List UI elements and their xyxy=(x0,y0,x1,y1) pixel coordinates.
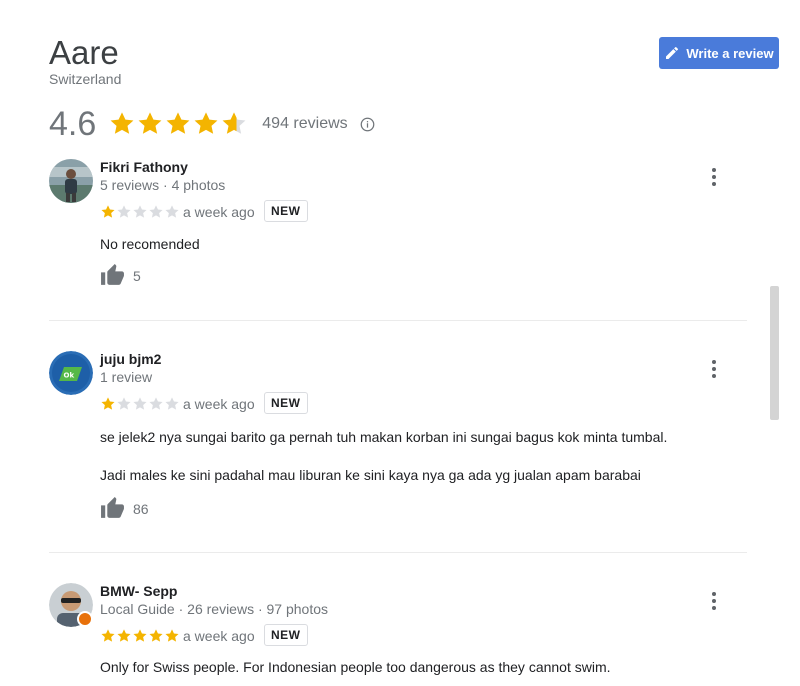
like-button[interactable]: 86 xyxy=(100,496,149,521)
review-text: No recomended xyxy=(100,236,200,252)
review-author-meta: 1 review xyxy=(100,369,153,385)
reviews-count[interactable]: 494 reviews xyxy=(262,115,347,133)
avatar[interactable] xyxy=(49,159,93,203)
star-filled-icon xyxy=(138,112,162,134)
star-filled-icon xyxy=(165,629,179,642)
rating-summary: 4.6 494 reviews xyxy=(49,104,375,144)
review-stars xyxy=(100,628,180,644)
review-item: Ok juju bjm2 1 review a week ago NEW se … xyxy=(49,351,747,531)
place-location: Switzerland xyxy=(49,71,122,87)
star-filled-icon xyxy=(110,112,134,134)
scrollbar[interactable] xyxy=(770,286,779,420)
star-filled-icon xyxy=(101,629,115,642)
star-filled-icon xyxy=(117,629,131,642)
star-filled-icon xyxy=(133,629,147,642)
review-text: se jelek2 nya sungai barito ga pernah tu… xyxy=(100,429,668,445)
local-guide-badge-icon xyxy=(77,611,93,627)
review-time: a week ago xyxy=(183,396,255,412)
star-half-icon xyxy=(222,112,246,134)
divider xyxy=(49,320,747,321)
star-empty-icon xyxy=(133,397,147,410)
write-review-button[interactable]: Write a review xyxy=(659,37,779,69)
star-empty-icon xyxy=(133,205,147,218)
divider xyxy=(49,552,747,553)
new-badge: NEW xyxy=(264,624,308,646)
review-author[interactable]: juju bjm2 xyxy=(100,351,161,367)
review-author-meta: 5 reviews · 4 photos xyxy=(100,177,226,193)
info-icon[interactable] xyxy=(360,117,375,132)
review-item: Fikri Fathony 5 reviews · 4 photos a wee… xyxy=(49,159,747,299)
like-count: 5 xyxy=(133,267,141,284)
review-stars xyxy=(100,204,180,220)
star-filled-icon xyxy=(101,397,115,410)
svg-text:Ok: Ok xyxy=(64,372,75,380)
more-options-icon[interactable] xyxy=(702,589,726,613)
star-empty-icon xyxy=(149,205,163,218)
review-author-meta: Local Guide · 26 reviews · 97 photos xyxy=(100,601,329,617)
review-time: a week ago xyxy=(183,628,255,644)
star-empty-icon xyxy=(149,397,163,410)
more-options-icon[interactable] xyxy=(702,357,726,381)
pencil-icon xyxy=(666,46,679,59)
like-count: 86 xyxy=(133,500,149,517)
star-empty-icon xyxy=(117,205,131,218)
more-options-icon[interactable] xyxy=(702,165,726,189)
star-filled-icon xyxy=(166,112,190,134)
place-title: Aare xyxy=(49,34,119,71)
write-review-label: Write a review xyxy=(686,45,774,61)
star-empty-icon xyxy=(117,397,131,410)
thumbs-up-icon xyxy=(101,264,124,285)
like-button[interactable]: 5 xyxy=(100,263,141,288)
star-filled-icon xyxy=(101,205,115,218)
review-item: BMW- Sepp Local Guide · 26 reviews · 97 … xyxy=(49,583,747,686)
average-rating-stars xyxy=(108,110,248,138)
star-filled-icon xyxy=(149,629,163,642)
review-text: Only for Swiss people. For Indonesian pe… xyxy=(100,659,611,675)
review-stars xyxy=(100,396,180,412)
review-text: Jadi males ke sini padahal mau liburan k… xyxy=(100,467,641,483)
average-rating: 4.6 xyxy=(49,104,97,143)
review-author[interactable]: BMW- Sepp xyxy=(100,583,178,599)
star-filled-icon xyxy=(194,112,218,134)
star-empty-icon xyxy=(165,205,179,218)
thumbs-up-icon xyxy=(101,497,124,518)
star-empty-icon xyxy=(165,397,179,410)
review-author[interactable]: Fikri Fathony xyxy=(100,159,188,175)
review-time: a week ago xyxy=(183,204,255,220)
new-badge: NEW xyxy=(264,392,308,414)
avatar[interactable]: Ok xyxy=(49,351,93,395)
avatar[interactable] xyxy=(49,583,93,627)
new-badge: NEW xyxy=(264,200,308,222)
